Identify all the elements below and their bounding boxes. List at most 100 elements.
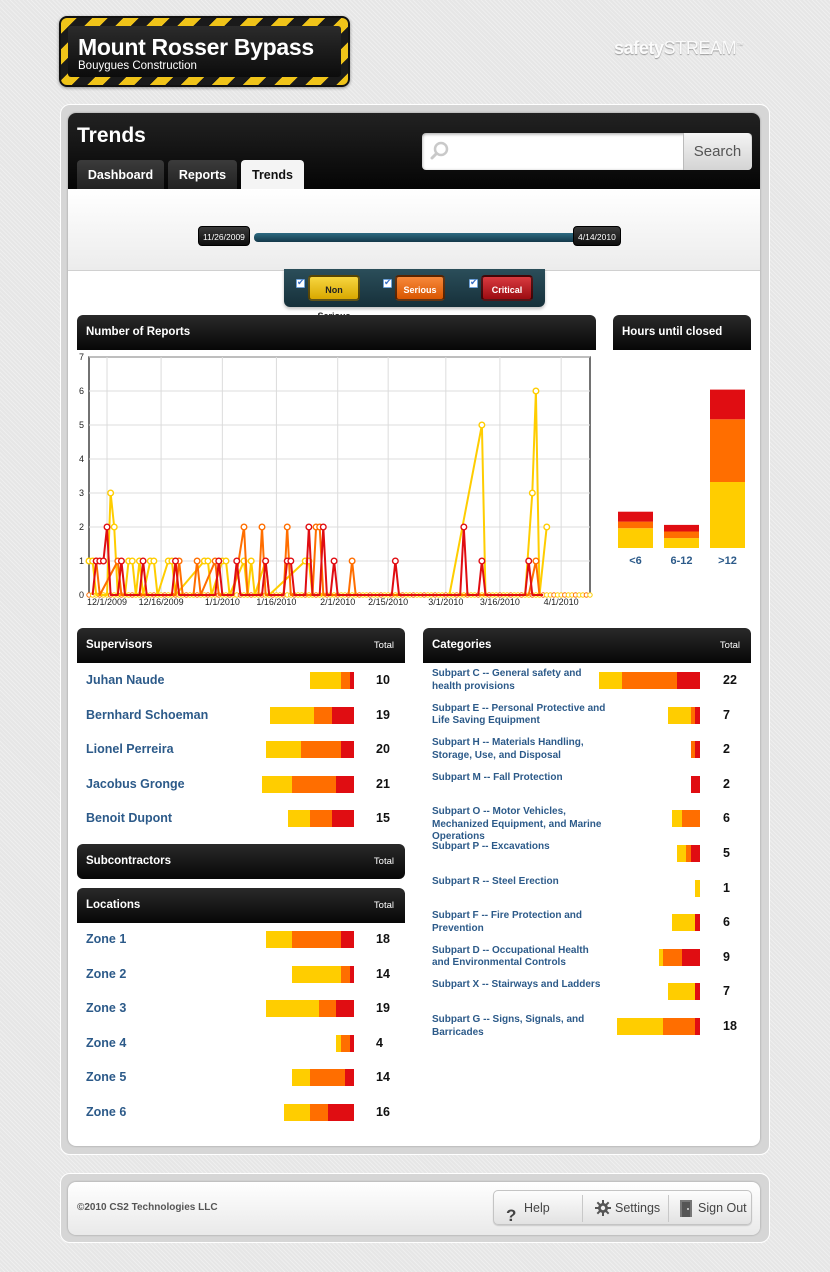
critical-checkbox[interactable] [469,277,478,288]
category-total: 9 [723,949,730,964]
data-point[interactable] [525,557,533,565]
serious-checkbox[interactable] [383,277,392,288]
data-point[interactable] [532,387,540,395]
tab-dashboard[interactable]: Dashboard [77,160,164,189]
subcontractors-title: Subcontractors [86,855,171,867]
data-point[interactable] [330,557,338,565]
data-point[interactable] [193,557,201,565]
location-name[interactable]: Zone 6 [86,1105,126,1119]
data-point[interactable] [204,557,212,565]
category-name[interactable]: Subpart F -- Fire Protection and Prevent… [432,910,607,935]
category-name[interactable]: Subpart G -- Signs, Signals, and Barrica… [432,1014,607,1039]
stacked-bar-segment[interactable] [618,511,653,522]
category-name[interactable]: Subpart M -- Fall Protection [432,772,607,785]
data-point[interactable] [233,557,241,565]
data-point[interactable] [107,489,115,497]
data-point[interactable] [348,557,356,565]
stacked-bar-segment[interactable] [664,538,699,548]
data-point[interactable] [240,523,248,531]
data-point[interactable] [305,523,313,531]
category-name[interactable]: Subpart D -- Occupational Health and Env… [432,945,607,970]
data-point[interactable] [283,523,291,531]
category-name[interactable]: Subpart E -- Personal Protective and Lif… [432,703,607,728]
plot-area [88,356,591,596]
category-severity-bar [658,948,700,966]
search-input[interactable] [456,139,678,164]
data-point[interactable] [262,557,270,565]
data-point[interactable] [258,523,266,531]
subcontractors-total-label: Total [373,856,394,867]
stacked-bar-segment[interactable] [710,419,745,482]
location-name[interactable]: Zone 5 [86,1070,126,1084]
stacked-bar-segment[interactable] [618,521,653,529]
logo-light: STREAM [663,38,737,58]
data-point[interactable] [128,557,136,565]
tab-reports[interactable]: Reports [168,160,237,189]
settings-button[interactable]: Settings [583,1191,668,1226]
data-point[interactable] [150,557,158,565]
location-name[interactable]: Zone 2 [86,967,126,981]
data-point[interactable] [172,557,180,565]
data-point[interactable] [543,523,551,531]
hours-chart-header: Hours until closed [613,315,751,350]
data-point[interactable] [460,523,468,531]
date-range-end-handle[interactable]: 4/14/2010 [573,226,621,246]
data-point[interactable] [319,523,327,531]
category-name[interactable]: Subpart C -- General safety and health p… [432,668,607,693]
sign-out-button[interactable]: Sign Out [669,1191,753,1226]
supervisor-name[interactable]: Jacobus Gronge [86,777,185,791]
data-point[interactable] [117,557,125,565]
search-button[interactable]: Search [683,133,751,170]
bar-category-label: <6 [629,555,642,567]
non-serious-segment [677,845,687,862]
data-point[interactable] [478,421,486,429]
supervisor-name[interactable]: Juhan Naude [86,673,165,687]
stacked-bar-segment[interactable] [710,389,745,420]
stacked-bar-segment[interactable] [710,482,745,548]
non-serious-checkbox[interactable] [296,277,305,288]
stacked-bar-segment[interactable] [664,531,699,539]
data-point[interactable] [247,557,255,565]
subcontractors-header[interactable]: Subcontractors Total [77,844,405,879]
data-point[interactable] [532,557,540,565]
serious-filter[interactable]: Serious [395,275,445,301]
non-serious-segment [292,965,341,983]
category-severity-bar [690,741,700,759]
non-serious-segment [288,810,310,828]
data-point[interactable] [215,557,223,565]
critical-filter[interactable]: Critical [481,275,533,301]
data-point[interactable] [478,557,486,565]
data-point[interactable] [103,523,111,531]
data-point[interactable] [222,557,230,565]
location-name[interactable]: Zone 3 [86,1001,126,1015]
data-point[interactable] [99,557,107,565]
category-name[interactable]: Subpart R -- Steel Erection [432,876,607,889]
data-point[interactable] [287,557,295,565]
non-serious-filter[interactable]: Non Serious [308,275,360,321]
category-name[interactable]: Subpart P -- Excavations [432,841,607,854]
date-range-track[interactable] [254,233,580,242]
category-name[interactable]: Subpart H -- Materials Handling, Storage… [432,737,607,762]
supervisor-name[interactable]: Benoit Dupont [86,811,172,825]
door-icon [680,1200,692,1217]
supervisor-name[interactable]: Bernhard Schoeman [86,708,208,722]
data-point[interactable] [391,557,399,565]
data-point[interactable] [528,489,536,497]
help-button[interactable]: ? Help [494,1191,582,1226]
category-name[interactable]: Subpart X -- Stairways and Ladders [432,979,607,992]
critical-segment [331,706,354,724]
x-tick-label: 2/1/2010 [320,597,355,605]
supervisor-name[interactable]: Lionel Perreira [86,742,174,756]
non-serious-segment [672,810,682,828]
stacked-bar-segment[interactable] [618,528,653,548]
data-point[interactable] [139,557,147,565]
critical-segment [327,1104,354,1121]
location-name[interactable]: Zone 4 [86,1036,126,1050]
date-range-start-handle[interactable]: 11/26/2009 [198,226,250,246]
category-name[interactable]: Subpart O -- Motor Vehicles, Mechanized … [432,806,607,844]
location-severity-bar [266,931,354,948]
tab-trends[interactable]: Trends [241,160,304,189]
stacked-bar-segment[interactable] [664,524,699,532]
location-name[interactable]: Zone 1 [86,932,126,946]
data-point[interactable] [110,523,118,531]
